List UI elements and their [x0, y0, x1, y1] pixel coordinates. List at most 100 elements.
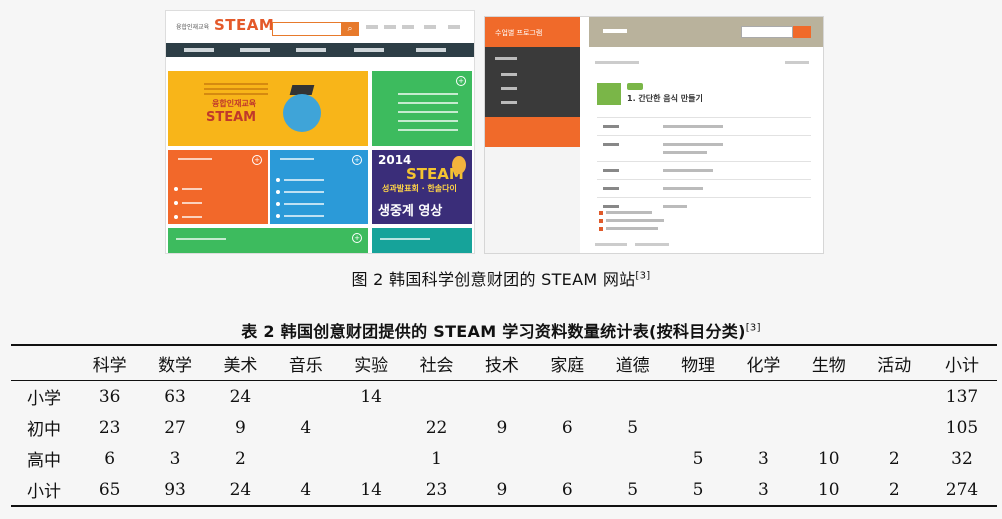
- table-cell: 93: [164, 479, 186, 500]
- table-header-cell: 数学: [158, 355, 193, 376]
- portal-promo-banner: 2014 STEAM 성과발표회 · 한솔다이 생중계 영상: [372, 150, 472, 224]
- table-cell: 63: [164, 386, 186, 407]
- row-label: 高中: [27, 451, 61, 471]
- steam-materials-table: 科学 数学 美术 音乐 实验 社会 技术 家庭 道德 物理 化学 生物 活动 小…: [11, 344, 997, 507]
- steam-portal-screenshot: 융합인재교육 STEAM ⌕ 융합인재교육 STEAM + + + 2014 S…: [165, 10, 475, 254]
- table-header-cell: 小计: [945, 355, 979, 376]
- lesson-info-row: [597, 135, 811, 162]
- globe-icon: [283, 94, 321, 132]
- table-cell: 6: [561, 417, 573, 438]
- table-cell: 9: [496, 417, 508, 438]
- hero-line-2: STEAM: [206, 110, 257, 125]
- portal-teacher-tile: [372, 228, 472, 253]
- table-cell: [469, 381, 534, 413]
- lesson-info-row: [597, 161, 811, 180]
- table-cell: [404, 381, 469, 413]
- table-header-cell: 科学: [92, 355, 127, 376]
- table-cell: 9: [235, 417, 246, 438]
- table-cell: 65: [98, 479, 121, 500]
- lesson-page-screenshot: 수업별 프로그램 1. 간단한 음식 만들기: [484, 16, 824, 254]
- table-header-cell: 音乐: [288, 355, 323, 376]
- table-cell: 14: [360, 479, 382, 500]
- table-cell: 3: [169, 448, 181, 469]
- table-cell: 36: [98, 386, 121, 407]
- table-cell: [731, 412, 796, 443]
- promo-line-1: 성과발표회 · 한솔다이: [382, 184, 457, 193]
- table-cell: 6: [561, 479, 573, 500]
- table-caption: 表 2 韩国创意财团提供的 STEAM 学习资料数量统计表(按科目分类)[3]: [241, 322, 761, 341]
- plus-icon: +: [252, 155, 262, 165]
- lesson-badge: [597, 83, 621, 105]
- table-cell: [339, 412, 404, 443]
- table-cell: [469, 443, 534, 474]
- portal-info-tile: +: [168, 228, 368, 253]
- plus-icon: +: [352, 233, 362, 243]
- table-cell: 5: [627, 417, 639, 438]
- table-header-cell: 道德: [615, 355, 650, 376]
- table-header-cell: 社会: [419, 355, 454, 376]
- table-cell: 24: [229, 386, 252, 407]
- table-cell: 2: [235, 448, 246, 469]
- row-label: 初中: [27, 420, 61, 440]
- table-cell: 105: [945, 417, 979, 438]
- table-cell: 10: [817, 448, 840, 469]
- row-label: 小学: [27, 389, 61, 409]
- lesson-title: 1. 간단한 음식 만들기: [627, 94, 703, 103]
- table-header-cell: 物理: [681, 355, 716, 376]
- table-cell: 4: [300, 417, 312, 438]
- table-cell: 1: [431, 448, 442, 469]
- table-cell: 5: [627, 479, 639, 500]
- lesson-info-row: [597, 117, 811, 136]
- portal-search-input: [272, 22, 342, 36]
- lesson-sidebar-active: [485, 117, 580, 147]
- table-cell: [862, 412, 928, 443]
- table-cell: 4: [300, 479, 312, 500]
- table-cell: [339, 443, 404, 474]
- table-cell: 32: [951, 448, 973, 469]
- portal-hero-banner: 융합인재교육 STEAM: [168, 71, 368, 146]
- table-cell: 23: [98, 417, 121, 438]
- table-cell: [273, 443, 338, 474]
- promo-line-2: 생중계 영상: [378, 204, 443, 219]
- hero-line-1: 융합인재교육: [212, 99, 257, 108]
- lesson-search-input: [741, 26, 793, 38]
- table-cell: [796, 412, 861, 443]
- table-cell: [665, 412, 730, 443]
- table-cell: [862, 381, 928, 413]
- balloon-icon: [452, 156, 466, 174]
- lesson-sidebar-empty: [485, 147, 580, 253]
- table-cell: 137: [945, 386, 979, 407]
- table-cell: [600, 381, 665, 413]
- table-cell: 274: [945, 479, 979, 500]
- table-cell: 27: [164, 417, 186, 438]
- table-header-cell: 生物: [811, 355, 846, 376]
- table-row: 初中 23 27 9 4 22 9 6 5 105: [11, 412, 997, 443]
- table-cell: 3: [758, 479, 769, 500]
- portal-theme-tile: +: [270, 150, 368, 224]
- table-header-cell: 家庭: [550, 355, 585, 376]
- table-header-cell: 活动: [877, 355, 912, 376]
- portal-notice-tile: +: [372, 71, 472, 146]
- table-cell: 2: [888, 448, 900, 469]
- table-cell: [796, 381, 861, 413]
- lesson-sidebar-title: 수업별 프로그램: [485, 17, 580, 47]
- table-cell: 9: [496, 479, 508, 500]
- lesson-sidebar-menu: [485, 47, 580, 117]
- lesson-info-row: [597, 179, 811, 198]
- search-icon: [793, 26, 811, 38]
- table-header-row: 科学 数学 美术 音乐 实验 社会 技术 家庭 道德 物理 化学 生物 活动 小…: [11, 345, 997, 381]
- portal-small-logo: 융합인재교육: [176, 24, 210, 31]
- table-header-cell: 美术: [223, 355, 258, 376]
- table-cell: 23: [425, 479, 448, 500]
- table-header-cell: 技术: [484, 355, 519, 376]
- table-cell: 22: [425, 417, 448, 438]
- lesson-tag: [627, 83, 643, 90]
- table-row: 小学 36 63 24 14 137: [11, 381, 997, 413]
- table-cell: [731, 381, 796, 413]
- lesson-header: [589, 17, 823, 47]
- table-cell: [273, 381, 338, 413]
- table-cell: [665, 381, 730, 413]
- plus-icon: +: [456, 76, 466, 86]
- table-cell: 10: [817, 479, 840, 500]
- portal-program-tile: +: [168, 150, 268, 224]
